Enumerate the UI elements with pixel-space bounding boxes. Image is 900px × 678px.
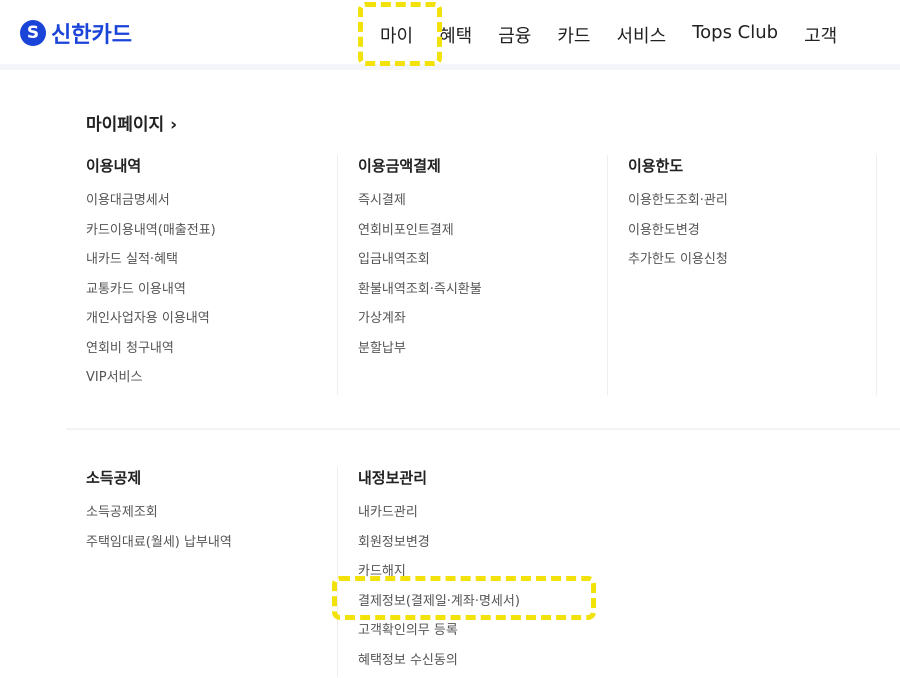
menu-link[interactable]: 이용한도변경 [628,219,877,249]
nav-finance[interactable]: 금융 [498,22,531,48]
menu-link[interactable]: 분할납부 [358,337,607,367]
nav-card[interactable]: 카드 [557,22,590,48]
section-title: 이용내역 [86,155,336,176]
menu-link[interactable]: 주택임대료(월세) 납부내역 [86,531,336,561]
menu-link[interactable]: 내카드 실적·혜택 [86,248,336,278]
mypage-link[interactable]: 마이페이지 › [86,110,177,135]
shinhan-card-logo[interactable]: S 신한카드 [20,17,132,49]
menu-link[interactable]: 이용한도조회·관리 [628,189,877,219]
section-title: 이용금액결제 [358,155,607,176]
menu-column: 이용내역이용대금명세서카드이용내역(매출전표)내카드 실적·혜택교통카드 이용내… [66,155,336,395]
highlight-annotation [332,576,596,620]
menu-link[interactable]: 회원정보변경 [358,531,607,561]
main-nav: 마이 혜택 금융 카드 서비스 Tops Club 고객 [380,22,837,48]
menu-link[interactable]: 내카드관리 [358,501,607,531]
nav-customer[interactable]: 고객 [804,22,837,48]
menu-column: 이용한도이용한도조회·관리이용한도변경추가한도 이용신청 [607,155,877,395]
chevron-right-icon: › [170,115,177,135]
menu-link[interactable]: 입금내역조회 [358,248,607,278]
menu-link[interactable]: 이용대금명세서 [86,189,336,219]
menu-link[interactable]: 가상계좌 [358,307,607,337]
menu-link[interactable]: 혜택정보 수신동의 [358,649,607,678]
menu-column: 내정보관리내카드관리회원정보변경카드해지결제정보(결제일·계좌·명세서)고객확인… [337,467,607,677]
menu-link[interactable]: 고객확인의무 등록 [358,619,607,649]
menu-link[interactable]: VIP서비스 [86,366,336,396]
header: S 신한카드 마이 혜택 금융 카드 서비스 Tops Club 고객 [0,0,900,70]
mypage-label: 마이페이지 [86,115,164,135]
nav-benefits[interactable]: 혜택 [439,22,472,48]
menu-link[interactable]: 환불내역조회·즉시환불 [358,278,607,308]
section-title: 소득공제 [86,467,336,488]
nav-service[interactable]: 서비스 [617,22,667,48]
menu-link[interactable]: 개인사업자용 이용내역 [86,307,336,337]
menu-link[interactable]: 추가한도 이용신청 [628,248,877,278]
logo-text: 신한카드 [51,17,132,49]
highlight-annotation [358,2,442,66]
menu-column-cut [876,155,900,395]
section-title: 이용한도 [628,155,877,176]
nav-tops-club[interactable]: Tops Club [692,22,778,48]
menu-link[interactable]: 즉시결제 [358,189,607,219]
menu-link[interactable]: 카드이용내역(매출전표) [86,219,336,249]
section-title: 내정보관리 [358,467,607,488]
logo-icon: S [20,20,46,46]
menu-link[interactable]: 교통카드 이용내역 [86,278,336,308]
menu-link[interactable]: 연회비포인트결제 [358,219,607,249]
menu-link[interactable]: 소득공제조회 [86,501,336,531]
menu-column: 이용금액결제즉시결제연회비포인트결제입금내역조회환불내역조회·즉시환불가상계좌분… [337,155,607,395]
section-divider [66,428,900,430]
menu-link[interactable]: 연회비 청구내역 [86,337,336,367]
menu-column: 소득공제소득공제조회주택임대료(월세) 납부내역 [66,467,336,667]
